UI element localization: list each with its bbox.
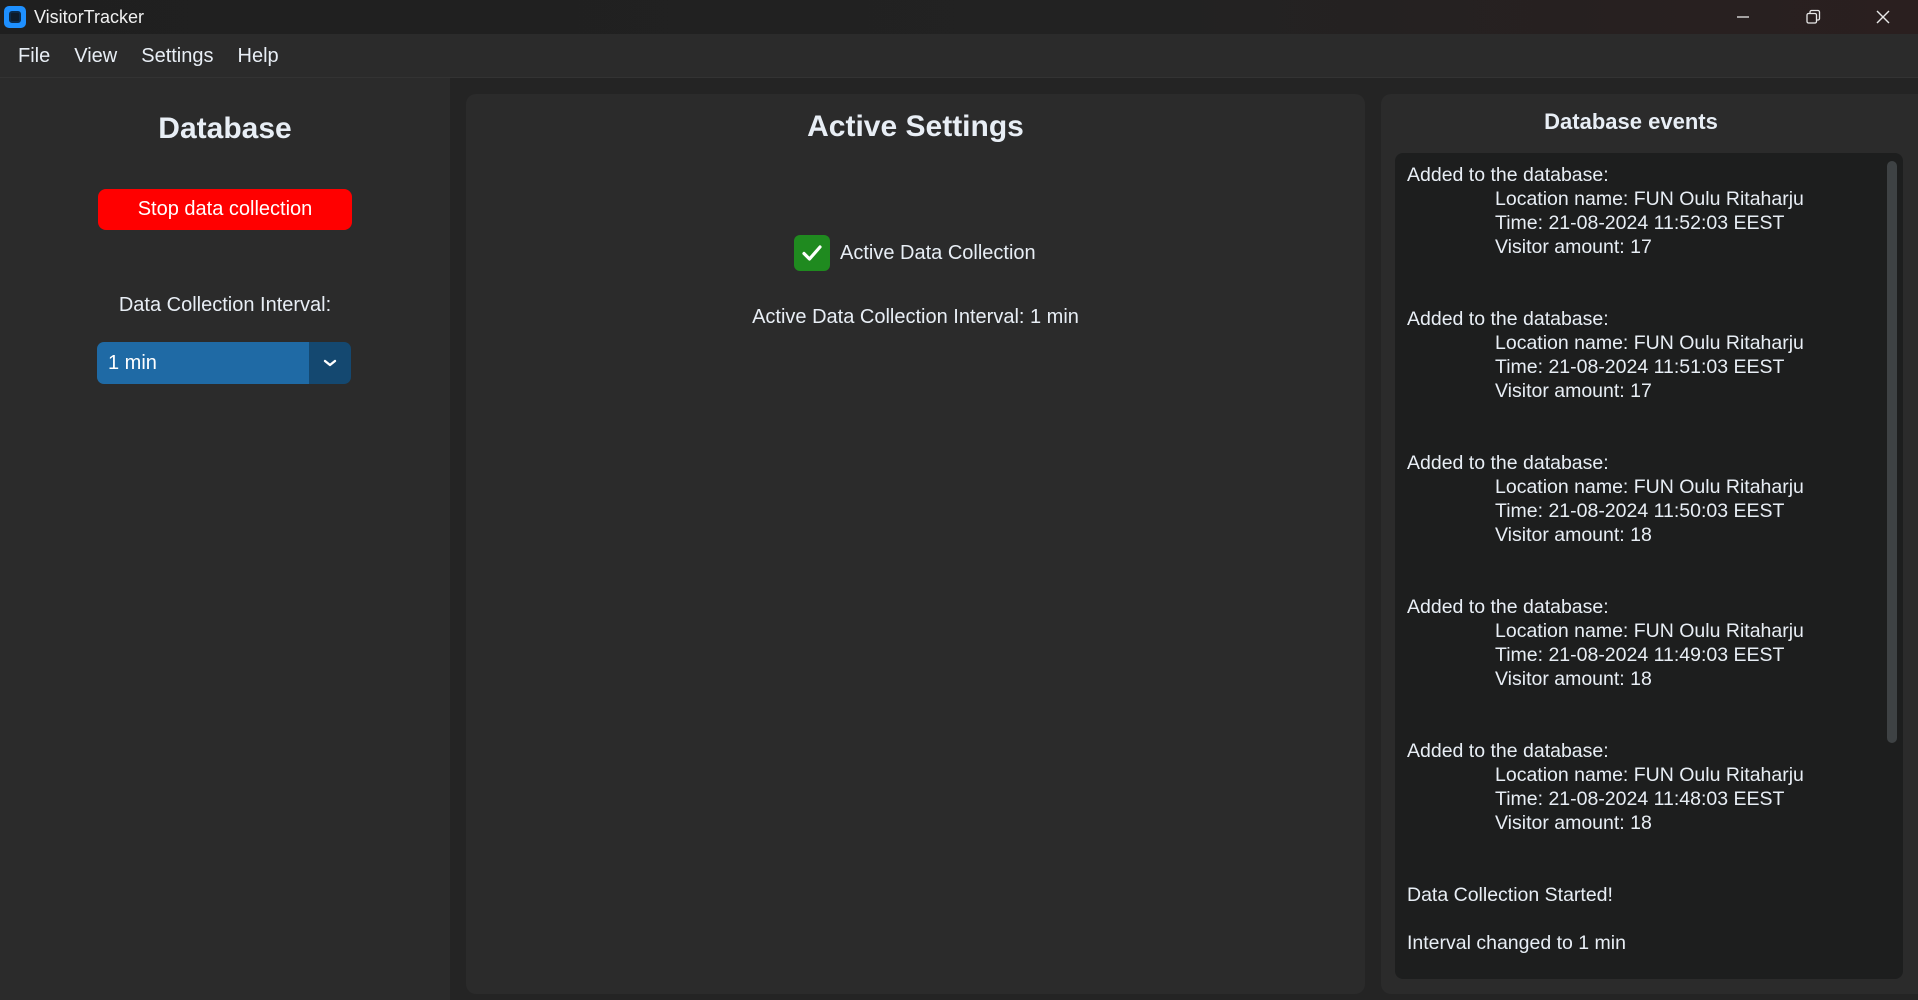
close-button[interactable] <box>1848 0 1918 34</box>
events-log[interactable]: Added to the database: Location name: FU… <box>1395 153 1903 979</box>
event-head: Added to the database: <box>1407 164 1609 186</box>
event-time: Time: 21-08-2024 11:49:03 EEST <box>1495 644 1785 666</box>
database-events-title: Database events <box>1544 109 1718 134</box>
event-visitors: Visitor amount: 17 <box>1495 380 1652 402</box>
event-head: Added to the database: <box>1407 596 1609 618</box>
status-interval: Interval changed to 1 min <box>1407 932 1626 954</box>
list-item: Added to the database: Location name: FU… <box>1407 595 1877 691</box>
title-bar: VisitorTracker <box>0 0 1918 34</box>
window-title: VisitorTracker <box>34 6 145 27</box>
interval-label: Data Collection Interval: <box>118 294 332 316</box>
event-time: Time: 21-08-2024 11:52:03 EEST <box>1495 212 1785 234</box>
active-settings-panel: Active Settings Active Data Collection A… <box>466 94 1365 994</box>
event-head: Added to the database: <box>1407 308 1609 330</box>
menu-help[interactable]: Help <box>226 34 291 78</box>
active-data-collection-label: Active Data Collection <box>840 241 1036 264</box>
event-time: Time: 21-08-2024 11:50:03 EEST <box>1495 500 1785 522</box>
event-location: Location name: FUN Oulu Ritaharju <box>1495 476 1804 498</box>
event-location: Location name: FUN Oulu Ritaharju <box>1495 332 1804 354</box>
database-sidebar: Database Stop data collection Data Colle… <box>0 78 450 1000</box>
chevron-down-icon <box>323 359 337 367</box>
dropdown-arrow-button[interactable] <box>309 342 351 384</box>
list-item: Added to the database: Location name: FU… <box>1407 451 1877 547</box>
event-location: Location name: FUN Oulu Ritaharju <box>1495 188 1804 210</box>
event-head: Added to the database: <box>1407 452 1609 474</box>
menu-bar: File View Settings Help <box>0 34 1918 78</box>
event-location: Location name: FUN Oulu Ritaharju <box>1495 764 1804 786</box>
list-item: Added to the database: Location name: FU… <box>1407 739 1877 835</box>
app-icon <box>4 6 26 28</box>
event-time: Time: 21-08-2024 11:51:03 EEST <box>1495 356 1785 378</box>
event-time: Time: 21-08-2024 11:48:03 EEST <box>1495 788 1785 810</box>
event-visitors: Visitor amount: 18 <box>1495 812 1652 834</box>
restore-icon <box>1806 9 1821 24</box>
event-location: Location name: FUN Oulu Ritaharju <box>1495 620 1804 642</box>
database-events-panel: Database events Added to the database: L… <box>1381 94 1918 994</box>
list-item: Added to the database: Location name: FU… <box>1407 163 1877 259</box>
menu-file[interactable]: File <box>6 34 62 78</box>
window-controls <box>1708 0 1918 34</box>
events-list: Added to the database: Location name: FU… <box>1407 163 1877 979</box>
interval-dropdown-value[interactable]: 1 min <box>97 342 309 384</box>
list-item: Added to the database: Location name: FU… <box>1407 307 1877 403</box>
minimize-button[interactable] <box>1708 0 1778 34</box>
maximize-button[interactable] <box>1778 0 1848 34</box>
interval-dropdown[interactable]: 1 min <box>97 342 351 384</box>
event-head: Added to the database: <box>1407 740 1609 762</box>
event-visitors: Visitor amount: 18 <box>1495 524 1652 546</box>
close-icon <box>1876 10 1890 24</box>
minimize-icon <box>1737 16 1749 18</box>
checkmark-icon <box>802 245 822 261</box>
active-data-collection-checkbox[interactable] <box>794 235 830 271</box>
sidebar-title: Database <box>158 112 292 145</box>
event-visitors: Visitor amount: 18 <box>1495 668 1652 690</box>
active-interval-text: Active Data Collection Interval: 1 min <box>752 306 1079 328</box>
stop-data-collection-button[interactable]: Stop data collection <box>98 189 352 230</box>
event-visitors: Visitor amount: 17 <box>1495 236 1652 258</box>
events-scrollbar[interactable] <box>1887 161 1897 743</box>
menu-settings[interactable]: Settings <box>129 34 225 78</box>
active-data-collection-checkbox-row[interactable]: Active Data Collection <box>794 235 1036 271</box>
status-started: Data Collection Started! <box>1407 884 1613 906</box>
menu-view[interactable]: View <box>62 34 129 78</box>
active-settings-title: Active Settings <box>807 110 1024 143</box>
